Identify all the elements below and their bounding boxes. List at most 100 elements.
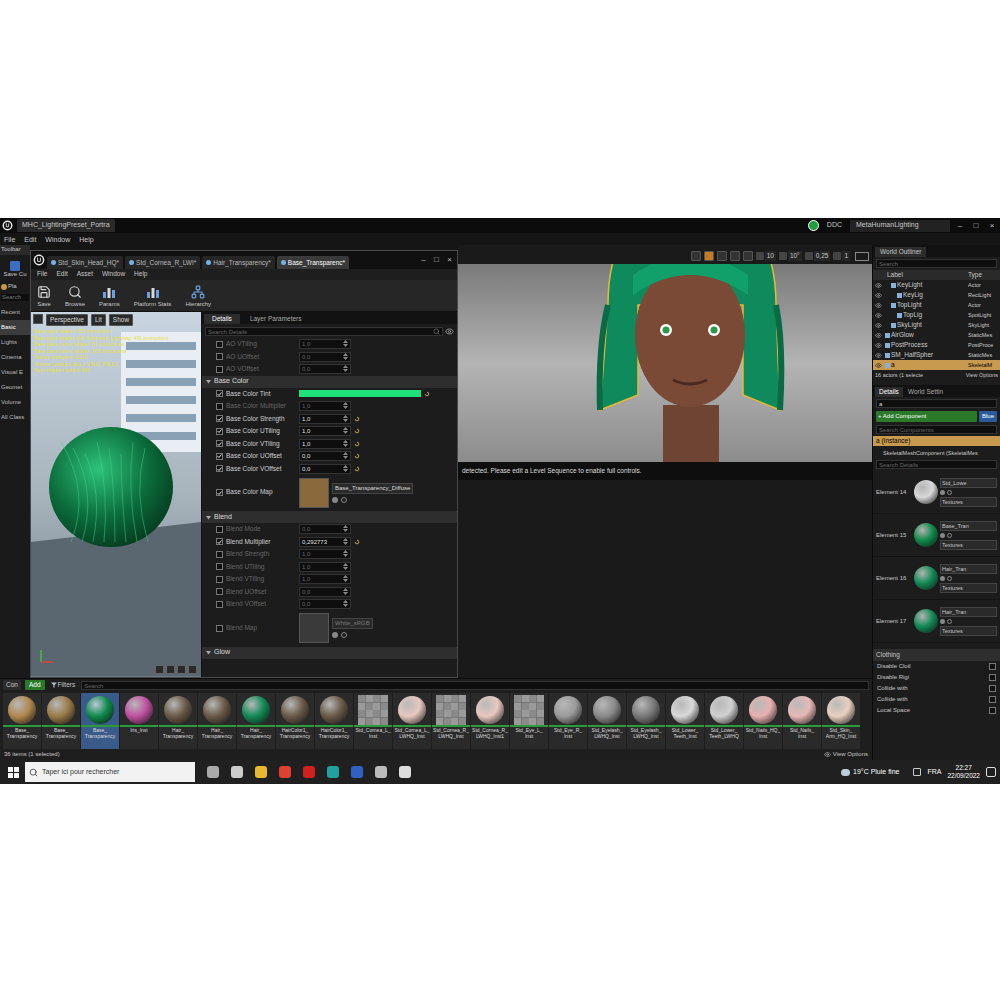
value-field[interactable]: 0,0: [299, 364, 351, 374]
toolbar-tab[interactable]: Toolbar: [0, 245, 30, 255]
preview-shape-button[interactable]: [155, 665, 164, 674]
value-field[interactable]: 1,0: [299, 439, 351, 449]
parameter-override-checkbox[interactable]: [216, 353, 223, 360]
textures-dropdown[interactable]: Textures: [940, 497, 997, 507]
asset-tile[interactable]: Hair_Transparency: [159, 693, 197, 749]
clothing-checkbox[interactable]: [989, 674, 996, 681]
browse-asset-icon[interactable]: [341, 497, 347, 503]
menu-item[interactable]: Window: [45, 236, 70, 243]
category-item[interactable]: All Class: [0, 410, 30, 425]
textures-dropdown[interactable]: Textures: [940, 626, 997, 636]
material-preview-viewport[interactable]: PerspectiveLitShowBase pass shader: 303 …: [31, 312, 201, 677]
place-search[interactable]: Search: [1, 294, 29, 302]
parameter-override-checkbox[interactable]: [216, 489, 223, 496]
menu-item[interactable]: File: [4, 236, 15, 243]
window-control[interactable]: ×: [444, 256, 455, 264]
parameter-override-checkbox[interactable]: [216, 538, 223, 545]
asset-tile[interactable]: Base_Transparency: [3, 693, 41, 749]
window-control[interactable]: □: [431, 256, 442, 264]
asset-tile[interactable]: Std_Eyelash_LWHQ_Inst: [588, 693, 626, 749]
add-button[interactable]: Add: [25, 680, 45, 690]
material-dropdown[interactable]: Hair_Tran: [940, 607, 997, 617]
category-item[interactable]: Geomet: [0, 380, 30, 395]
transform-tool-icon[interactable]: [730, 251, 740, 261]
use-selected-icon[interactable]: [940, 576, 945, 581]
clock[interactable]: 22:2722/09/2022: [947, 764, 980, 780]
category-item[interactable]: Basic: [0, 320, 30, 335]
value-field[interactable]: 0,0: [299, 599, 351, 609]
snap-setting[interactable]: 0,25: [805, 251, 831, 261]
actor-name-field[interactable]: a: [876, 399, 997, 408]
viewport-button[interactable]: Lit: [91, 314, 106, 326]
textures-dropdown[interactable]: Textures: [940, 583, 997, 593]
view-options-button[interactable]: [33, 314, 43, 324]
texture-thumbnail[interactable]: [299, 613, 329, 643]
component-search[interactable]: Search Components: [876, 425, 997, 434]
details-tab[interactable]: World Settin: [904, 387, 947, 397]
outliner-tab[interactable]: World Outliner: [875, 247, 926, 257]
parameter-override-checkbox[interactable]: [216, 403, 223, 410]
menu-item[interactable]: File: [37, 271, 47, 278]
menu-item[interactable]: Asset: [77, 271, 93, 278]
material-thumbnail[interactable]: [914, 609, 938, 633]
notification-icon[interactable]: [986, 767, 996, 777]
save-current-button[interactable]: Save Cu: [0, 255, 30, 279]
texture-thumbnail[interactable]: [299, 478, 329, 508]
parameter-override-checkbox[interactable]: [216, 576, 223, 583]
content-browser-tab[interactable]: Con: [3, 680, 21, 690]
taskbar-app-icon[interactable]: [255, 766, 267, 778]
outliner-row[interactable]: TopLigSpotLight: [873, 310, 1000, 320]
parameter-override-checkbox[interactable]: [216, 453, 223, 460]
asset-tile[interactable]: Std_Eyelash_LWHQ_Inst: [627, 693, 665, 749]
add-component-button[interactable]: + Add Component: [876, 411, 977, 422]
taskbar-app-icon[interactable]: [279, 766, 291, 778]
outliner-row[interactable]: PostProcessPostProce: [873, 340, 1000, 350]
parameter-override-checkbox[interactable]: [216, 625, 223, 632]
view-options-button[interactable]: View Options: [966, 371, 998, 379]
layout-icon[interactable]: [855, 252, 869, 261]
browse-asset-icon[interactable]: [947, 619, 952, 624]
transform-tool-icon[interactable]: [704, 251, 714, 261]
menu-item[interactable]: Window: [102, 271, 125, 278]
category-item[interactable]: Visual E: [0, 365, 30, 380]
asset-tile[interactable]: Std_Lower_Teeth_Inst: [666, 693, 704, 749]
parameter-override-checkbox[interactable]: [216, 601, 223, 608]
asset-tile[interactable]: Std_Lower_Teeth_LWHQ: [705, 693, 743, 749]
color-swatch[interactable]: [299, 390, 421, 397]
instance-row[interactable]: a (Instance): [873, 436, 1000, 446]
details-search[interactable]: Search Details: [205, 327, 443, 336]
value-field[interactable]: 0,292773: [299, 537, 351, 547]
toolbar-button[interactable]: Params: [99, 285, 120, 307]
editor-tab[interactable]: Std_Skin_Head_HQ*: [47, 256, 123, 269]
value-field[interactable]: 1,0: [299, 562, 351, 572]
texture-dropdown[interactable]: Base_Transparency_Diffuse: [332, 483, 413, 494]
value-field[interactable]: 1,0: [299, 339, 351, 349]
asset-tile[interactable]: Std_Nails_HQ_Inst: [744, 693, 782, 749]
menu-item[interactable]: Help: [79, 236, 93, 243]
material-thumbnail[interactable]: [914, 566, 938, 590]
browse-asset-icon[interactable]: [947, 576, 952, 581]
view-options-button[interactable]: View Options: [824, 750, 868, 759]
outliner-row[interactable]: SkyLightSkyLight: [873, 320, 1000, 330]
category-item[interactable]: Cinema: [0, 350, 30, 365]
toolbar-button[interactable]: Browse: [65, 285, 85, 307]
source-control-icon[interactable]: [808, 220, 819, 231]
preview-shape-button[interactable]: [166, 665, 175, 674]
window-control[interactable]: –: [418, 256, 429, 264]
parameter-override-checkbox[interactable]: [216, 341, 223, 348]
taskbar-app-icon[interactable]: [327, 766, 339, 778]
material-thumbnail[interactable]: [914, 523, 938, 547]
material-dropdown[interactable]: Base_Tran: [940, 521, 997, 531]
parameter-override-checkbox[interactable]: [216, 440, 223, 447]
asset-tile[interactable]: HairColor1_Transparency: [315, 693, 353, 749]
use-selected-icon[interactable]: [332, 632, 338, 638]
value-field[interactable]: 1,0: [299, 426, 351, 436]
category-item[interactable]: Lights: [0, 335, 30, 350]
window-control[interactable]: □: [970, 222, 982, 230]
browse-asset-icon[interactable]: [341, 632, 347, 638]
level-tab[interactable]: MHC_LightingPreset_Portra: [17, 219, 115, 232]
value-field[interactable]: 0,0: [299, 451, 351, 461]
texture-dropdown[interactable]: White_sRGB: [332, 618, 373, 629]
parameter-override-checkbox[interactable]: [216, 551, 223, 558]
asset-tile[interactable]: Iris_Inst: [120, 693, 158, 749]
